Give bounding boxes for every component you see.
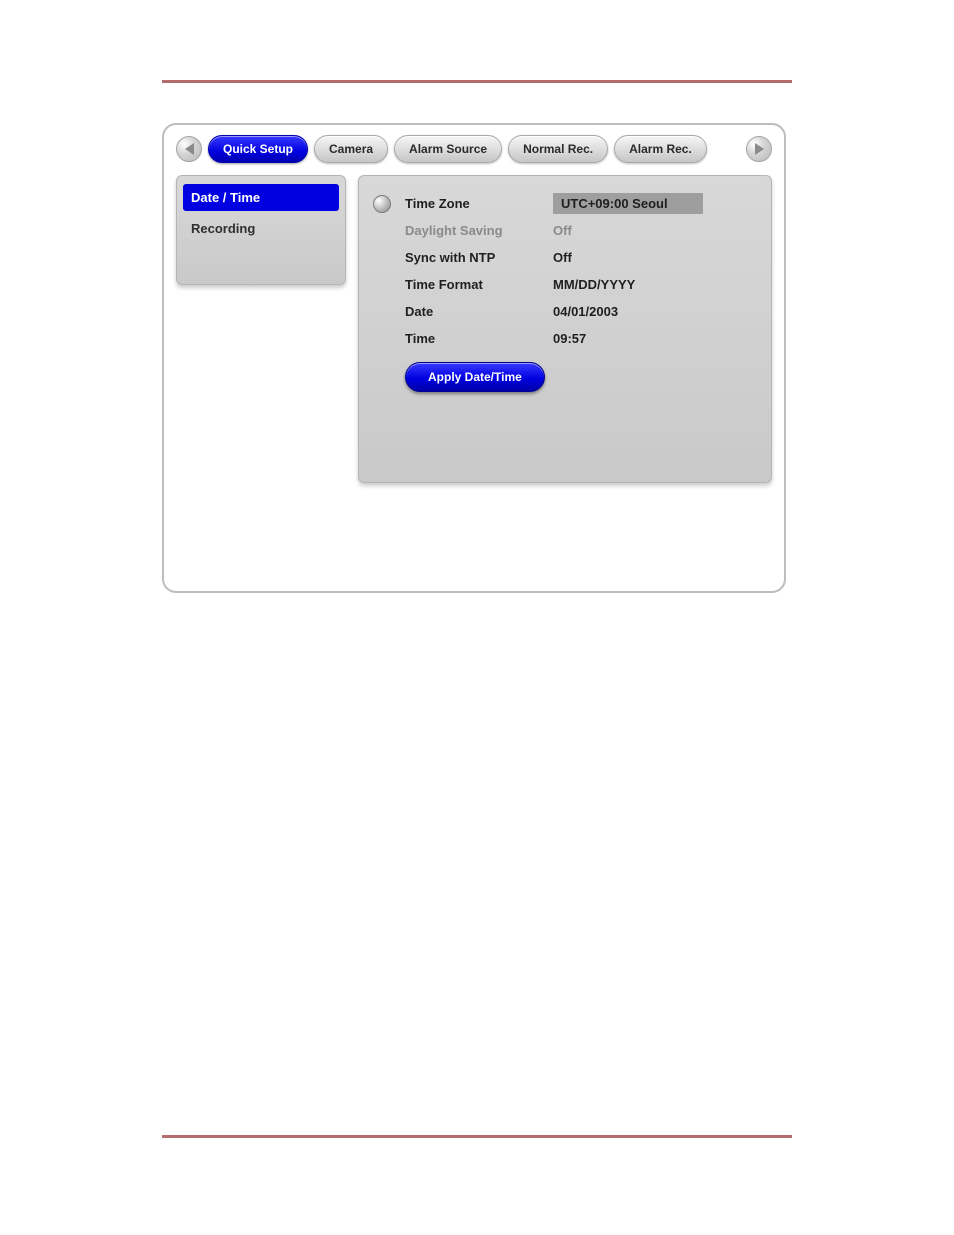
- settings-window: Quick Setup Camera Alarm Source Normal R…: [162, 123, 786, 593]
- label-time: Time: [405, 331, 553, 346]
- value-time-format[interactable]: MM/DD/YYYY: [553, 277, 757, 292]
- row-time: Time 09:57: [373, 325, 757, 352]
- divider-top: [162, 80, 792, 83]
- value-daylight-saving: Off: [553, 223, 757, 238]
- value-date[interactable]: 04/01/2003: [553, 304, 757, 319]
- apply-date-time-button[interactable]: Apply Date/Time: [405, 362, 545, 392]
- tab-bar: Quick Setup Camera Alarm Source Normal R…: [176, 135, 772, 163]
- sidebar-item-date-time[interactable]: Date / Time: [183, 184, 339, 211]
- label-daylight-saving: Daylight Saving: [405, 223, 553, 238]
- row-time-format: Time Format MM/DD/YYYY: [373, 271, 757, 298]
- value-sync-ntp[interactable]: Off: [553, 250, 757, 265]
- row-sync-ntp: Sync with NTP Off: [373, 244, 757, 271]
- tab-normal-rec[interactable]: Normal Rec.: [508, 135, 608, 163]
- tab-alarm-source[interactable]: Alarm Source: [394, 135, 502, 163]
- row-time-zone: Time Zone UTC+09:00 Seoul: [373, 190, 757, 217]
- chevron-left-icon: [185, 143, 194, 155]
- content-panel: Time Zone UTC+09:00 Seoul Daylight Savin…: [358, 175, 772, 483]
- value-time-zone[interactable]: UTC+09:00 Seoul: [553, 193, 703, 214]
- tab-alarm-rec[interactable]: Alarm Rec.: [614, 135, 707, 163]
- tab-next-button[interactable]: [746, 136, 772, 162]
- row-date: Date 04/01/2003: [373, 298, 757, 325]
- label-time-zone: Time Zone: [405, 196, 553, 211]
- value-time[interactable]: 09:57: [553, 331, 757, 346]
- indicator-icon: [373, 195, 391, 213]
- tab-camera[interactable]: Camera: [314, 135, 388, 163]
- label-time-format: Time Format: [405, 277, 553, 292]
- chevron-right-icon: [755, 143, 764, 155]
- label-sync-ntp: Sync with NTP: [405, 250, 553, 265]
- tab-prev-button[interactable]: [176, 136, 202, 162]
- divider-bottom: [162, 1135, 792, 1138]
- sidebar-item-recording[interactable]: Recording: [183, 215, 339, 242]
- row-daylight-saving: Daylight Saving Off: [373, 217, 757, 244]
- tab-quick-setup[interactable]: Quick Setup: [208, 135, 308, 163]
- label-date: Date: [405, 304, 553, 319]
- sidebar: Date / Time Recording: [176, 175, 346, 285]
